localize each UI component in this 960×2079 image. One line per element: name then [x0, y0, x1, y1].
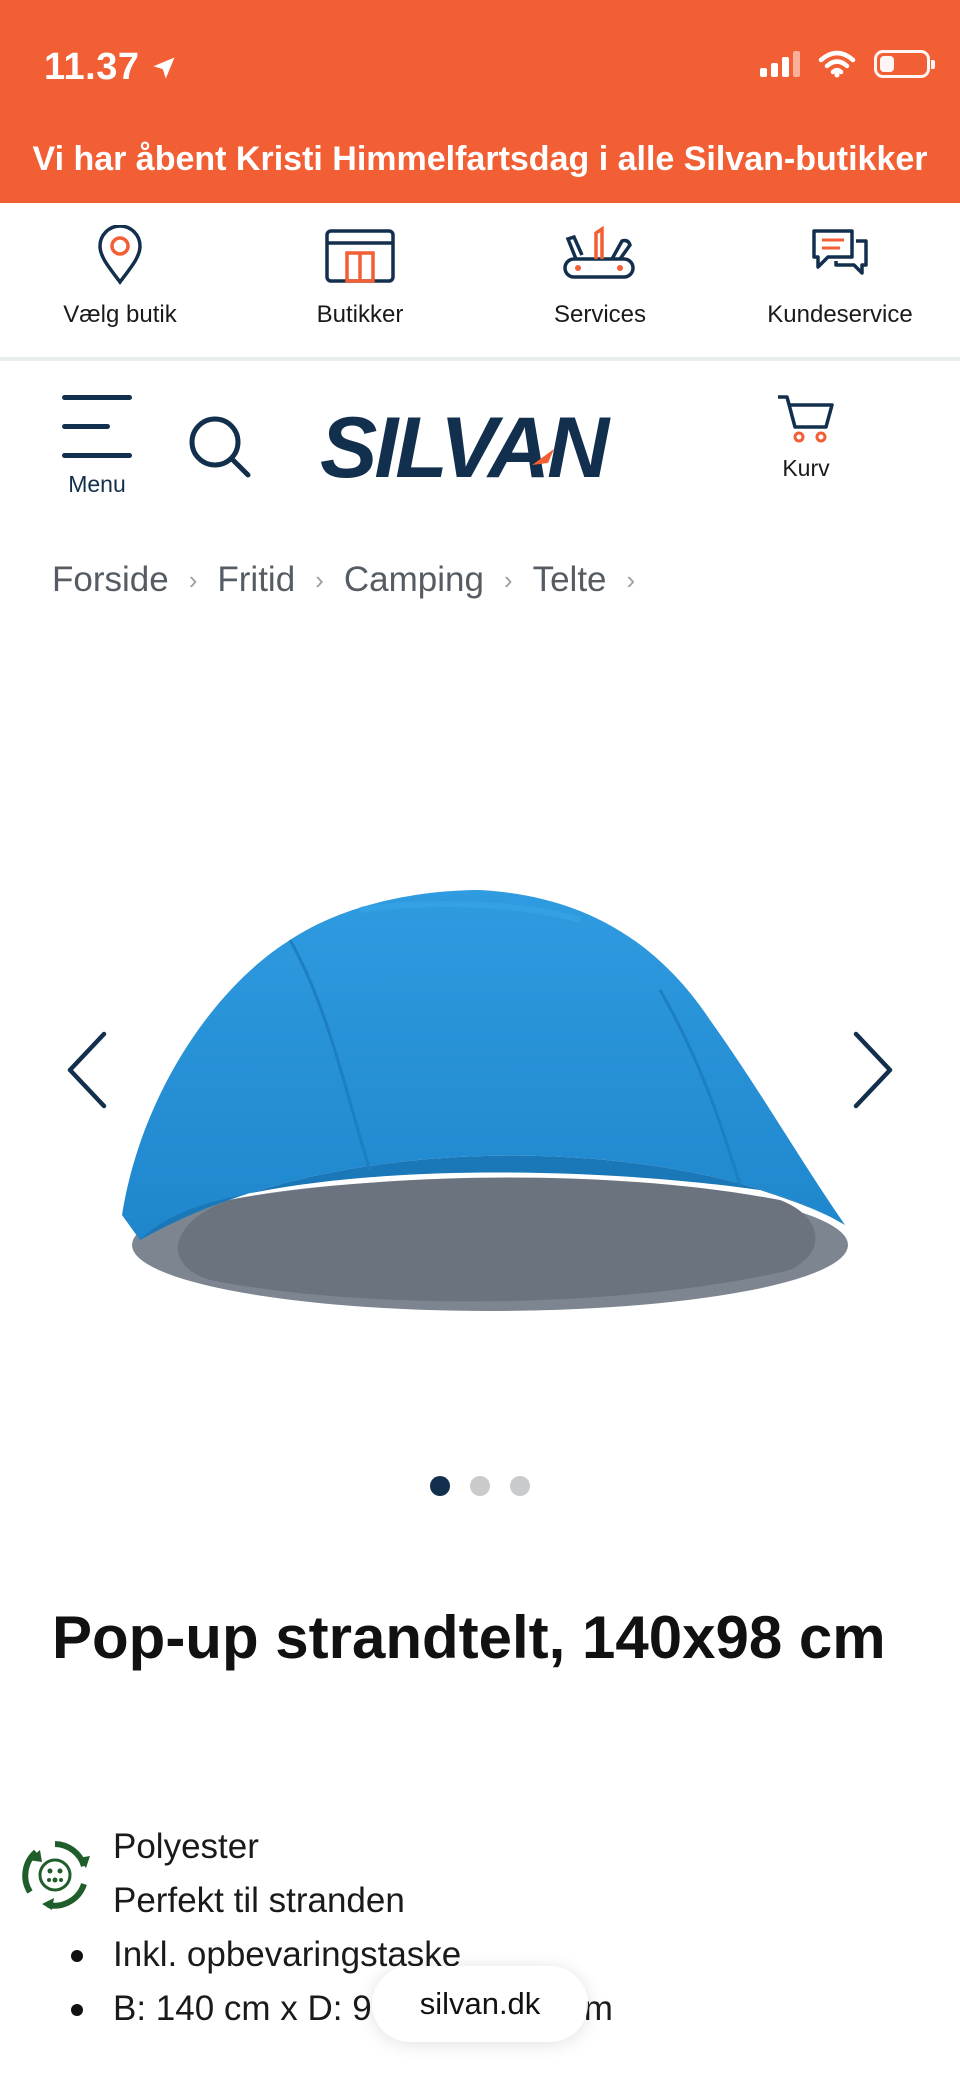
breadcrumb: Forside › Fritid › Camping › Telte › — [52, 560, 655, 600]
battery-icon — [874, 50, 935, 78]
location-pin-icon — [98, 225, 142, 285]
feature-item: Perfekt til stranden — [113, 1881, 405, 1920]
cart-button[interactable]: Kurv — [776, 393, 836, 482]
utility-nav-services[interactable]: Services — [480, 203, 720, 357]
utility-nav-choose-store[interactable]: Vælg butik — [0, 203, 240, 357]
search-button[interactable] — [188, 415, 254, 486]
silvan-logo-mark: SILVAN — [320, 400, 614, 496]
search-icon — [189, 416, 251, 478]
gallery-dot-1[interactable] — [430, 1476, 450, 1496]
utility-nav: Vælg butik Butikker Services Kundeservic… — [0, 203, 960, 361]
gallery-pagination — [0, 1476, 960, 1496]
bullet-item-tail: m — [583, 1989, 613, 2028]
logo-text: SILVAN — [320, 407, 611, 487]
menu-button[interactable]: Menu — [62, 395, 132, 498]
breadcrumb-item-camping[interactable]: Camping — [344, 560, 484, 600]
wifi-icon — [818, 50, 856, 78]
product-image — [100, 870, 860, 1325]
breadcrumb-item-fritid[interactable]: Fritid — [217, 560, 295, 600]
promo-banner-text[interactable]: Vi har åbent Kristi Himmelfartsdag i all… — [0, 140, 960, 179]
silvan-logo[interactable]: SILVAN — [318, 400, 642, 496]
utility-nav-label: Kundeservice — [767, 301, 913, 328]
cellular-signal-icon — [760, 51, 800, 77]
gallery-dot-2[interactable] — [470, 1476, 490, 1496]
product-gallery — [0, 640, 960, 1520]
chevron-right-icon: › — [503, 564, 513, 595]
cart-label: Kurv — [782, 455, 830, 481]
product-title: Pop-up strandtelt, 140x98 cm — [52, 1604, 886, 1671]
recycle-icon — [22, 1841, 90, 1910]
location-arrow-icon — [153, 57, 174, 78]
store-icon — [325, 229, 395, 283]
breadcrumb-item-forside[interactable]: Forside — [52, 560, 169, 600]
cart-icon — [778, 395, 834, 443]
breadcrumb-item-telte[interactable]: Telte — [533, 560, 607, 600]
url-bar[interactable]: silvan.dk — [372, 1966, 588, 2042]
tools-icon — [563, 225, 635, 279]
menu-label: Menu — [68, 471, 126, 497]
top-banner: 11.37 Vi har åbent Kristi Himmelfartsdag… — [0, 0, 960, 203]
gallery-dot-3[interactable] — [510, 1476, 530, 1496]
url-domain: silvan.dk — [419, 1986, 541, 2021]
hamburger-icon — [62, 395, 132, 459]
utility-nav-label: Services — [553, 301, 647, 328]
status-time: 11.37 — [44, 46, 178, 89]
utility-nav-label: Butikker — [316, 301, 404, 328]
chevron-right-icon: › — [188, 564, 198, 595]
chevron-right-icon: › — [315, 564, 324, 595]
sustainability-badge — [18, 1838, 92, 1917]
feature-item: Polyester — [113, 1827, 259, 1866]
bullet-item-text: B: 140 cm x D: 9 — [113, 1989, 372, 2028]
chevron-right-icon: › — [626, 564, 636, 595]
gallery-next-arrow-icon[interactable] — [848, 1030, 898, 1110]
main-header: Menu SILVAN Kurv — [0, 365, 960, 525]
utility-nav-customer-service[interactable]: Kundeservice — [720, 203, 960, 357]
chat-icon — [812, 229, 868, 275]
utility-nav-stores[interactable]: Butikker — [240, 203, 480, 357]
beach-tent-image — [122, 890, 848, 1311]
status-time-text: 11.37 — [44, 46, 140, 88]
utility-nav-label: Vælg butik — [63, 301, 177, 328]
status-indicators — [760, 50, 935, 78]
